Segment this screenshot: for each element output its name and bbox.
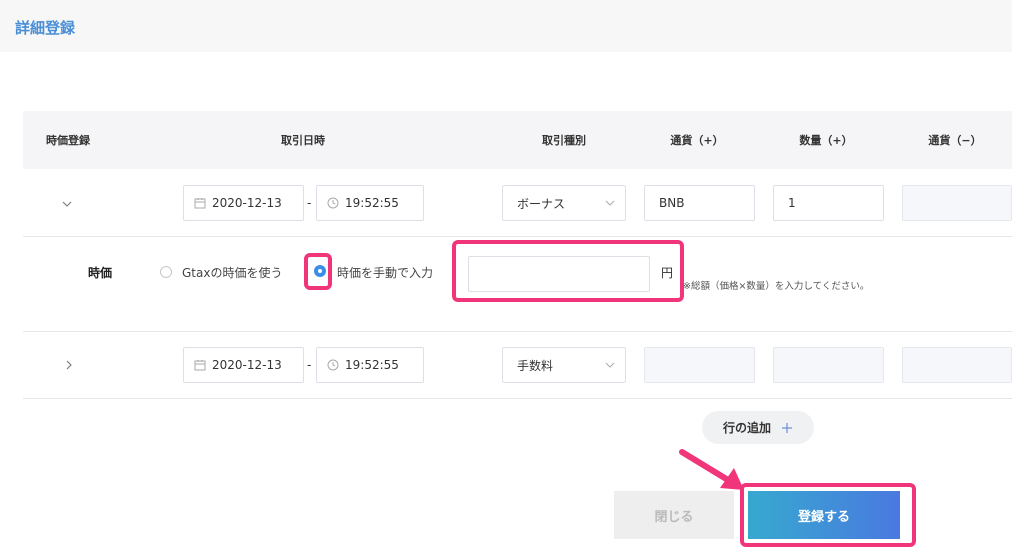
table-header: 時価登録 取引日時 取引種別 通貨（+） 数量（+） 通貨（−） (23, 111, 1012, 169)
radio-gtax-price-label[interactable]: Gtaxの時価を使う (182, 264, 282, 281)
row2-trade-type-select[interactable]: 手数料 (502, 347, 626, 383)
row1-time-value: 19:52:55 (345, 196, 399, 210)
close-button-label: 閉じる (654, 509, 694, 525)
submit-button-label: 登録する (797, 509, 850, 525)
submit-button[interactable]: 登録する (748, 491, 900, 539)
row1-quantity-plus-value: 1 (788, 196, 796, 210)
column-header-currency-minus: 通貨（−） (928, 134, 982, 147)
calendar-icon (194, 197, 206, 209)
row2-date-input[interactable]: 2020-12-13 (183, 347, 304, 383)
price-hint: ※総額（価格×数量）を入力してください。 (683, 281, 870, 292)
radio-manual-price-label[interactable]: 時価を手動で入力 (337, 264, 433, 281)
page-title: 詳細登録 (15, 19, 76, 37)
page-header: 詳細登録 (0, 0, 1012, 52)
row1-currency-plus-value: BNB (659, 196, 685, 210)
price-section-label: 時価 (88, 266, 113, 280)
clock-icon (327, 197, 339, 209)
row1-trade-type-select[interactable]: ボーナス (502, 185, 626, 221)
column-header-currency-plus: 通貨（+） (670, 134, 724, 147)
row1-time-input[interactable]: 19:52:55 (316, 185, 424, 221)
row2-quantity-plus-input[interactable] (773, 347, 884, 383)
annotation-arrow-icon (676, 446, 748, 496)
row2-date-time-separator: - (307, 358, 312, 372)
row-expand-chevron-right-icon[interactable] (63, 359, 75, 371)
row1-trade-type-value: ボーナス (517, 196, 566, 211)
price-unit: 円 (661, 266, 674, 280)
chevron-down-icon (605, 360, 615, 370)
calendar-icon (194, 359, 206, 371)
chevron-down-icon (605, 198, 615, 208)
row1-date-input[interactable]: 2020-12-13 (183, 185, 304, 221)
row1-currency-plus-input[interactable]: BNB (644, 185, 755, 221)
radio-gtax-price[interactable] (160, 266, 172, 278)
row1-date-time-separator: - (307, 196, 312, 210)
row2-currency-plus-input[interactable] (644, 347, 755, 383)
column-header-trade-datetime: 取引日時 (281, 134, 325, 147)
manual-price-input[interactable] (468, 256, 650, 292)
row2-currency-minus-input[interactable] (902, 347, 1012, 383)
clock-icon (327, 359, 339, 371)
row1-currency-minus-input[interactable] (902, 185, 1012, 221)
row-divider (23, 398, 1012, 399)
radio-manual-price[interactable] (314, 265, 326, 277)
close-button[interactable]: 閉じる (614, 491, 734, 539)
row-collapse-chevron-down-icon[interactable] (61, 198, 73, 210)
add-row-button[interactable]: 行の追加 (702, 411, 814, 444)
column-header-quantity-plus: 数量（+） (799, 134, 853, 147)
row-divider (23, 331, 1012, 332)
detail-registration-page: 詳細登録 時価登録 取引日時 取引種別 通貨（+） 数量（+） 通貨（−） 20… (0, 0, 1012, 558)
row2-time-value: 19:52:55 (345, 358, 399, 372)
row-divider (23, 236, 1012, 237)
column-header-trade-type: 取引種別 (542, 134, 586, 147)
row2-date-value: 2020-12-13 (212, 358, 282, 372)
row2-trade-type-value: 手数料 (517, 358, 554, 373)
plus-icon (781, 422, 793, 434)
column-header-market-price: 時価登録 (46, 134, 90, 147)
add-row-label: 行の追加 (722, 421, 771, 435)
row2-time-input[interactable]: 19:52:55 (316, 347, 424, 383)
row1-date-value: 2020-12-13 (212, 196, 282, 210)
row1-quantity-plus-input[interactable]: 1 (773, 185, 884, 221)
